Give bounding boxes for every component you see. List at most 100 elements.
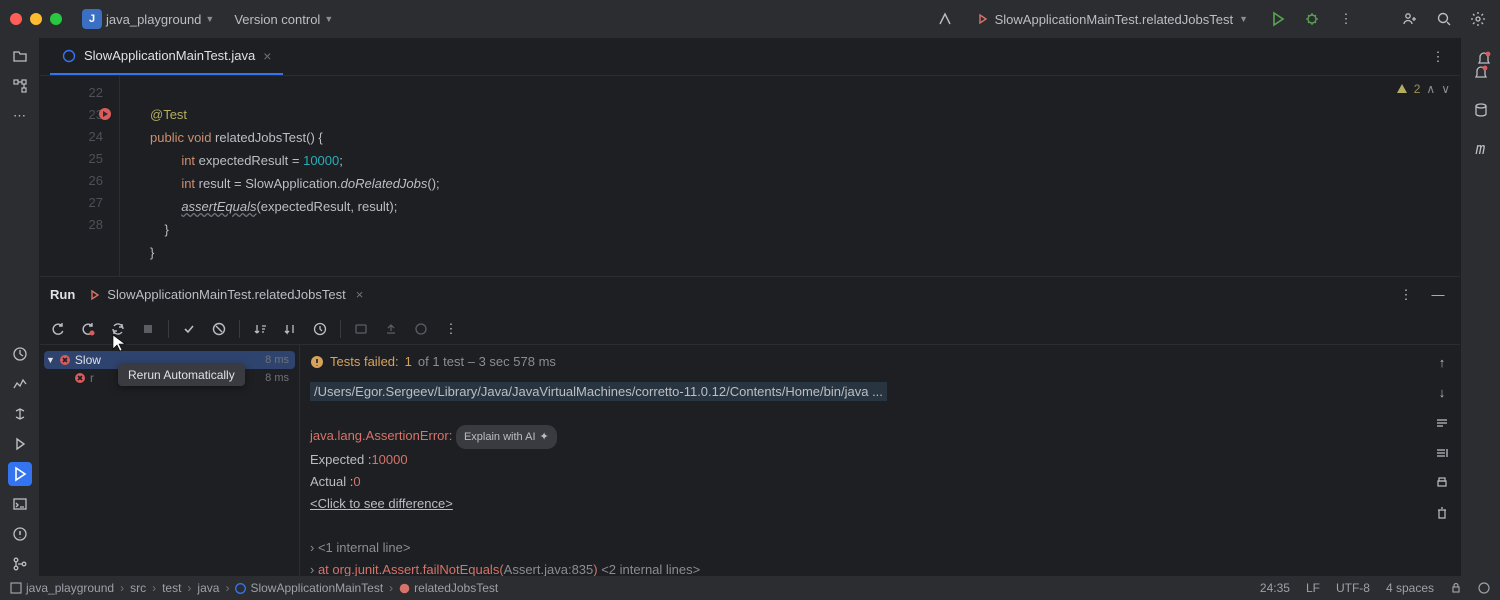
breadcrumb[interactable]: test (162, 581, 181, 595)
clear-console-icon[interactable] (1430, 501, 1454, 525)
database-tool-icon[interactable] (1469, 98, 1493, 122)
profiler-tool-icon[interactable] (8, 342, 32, 366)
endpoints-tool-icon[interactable] (8, 372, 32, 396)
editor-tab[interactable]: SlowApplicationMainTest.java × (50, 38, 283, 75)
code-editor[interactable]: 22 23 24 25 26 27 28 @Test public void r… (40, 76, 1460, 276)
rerun-failed-button[interactable] (76, 317, 100, 341)
breadcrumb[interactable]: SlowApplicationMainTest (235, 581, 383, 595)
project-selector[interactable]: J java_playground ▼ (76, 5, 220, 33)
test-duration: 8 ms (265, 354, 293, 366)
class-icon (235, 583, 246, 594)
fold-indicator[interactable]: › (310, 562, 318, 576)
toolbar-more-button[interactable]: ⋮ (439, 317, 463, 341)
breadcrumb[interactable]: src (130, 581, 146, 595)
zoom-window-button[interactable] (50, 13, 62, 25)
code-content[interactable]: @Test public void relatedJobsTest() { in… (150, 76, 1460, 276)
stop-button[interactable] (136, 317, 160, 341)
actual-value: 0 (353, 474, 360, 489)
tabs-more-icon[interactable]: ⋮ (1426, 45, 1450, 69)
fail-icon (74, 372, 86, 384)
print-icon[interactable] (1430, 471, 1454, 495)
scroll-to-end-icon[interactable] (1430, 441, 1454, 465)
test-duration: 8 ms (265, 372, 293, 384)
project-tool-icon[interactable] (8, 44, 32, 68)
search-icon[interactable] (1432, 7, 1456, 31)
warning-icon (1396, 83, 1408, 95)
show-ignored-button[interactable] (207, 317, 231, 341)
sort-button[interactable] (248, 317, 272, 341)
debug-button[interactable] (1300, 7, 1324, 31)
inspection-badges[interactable]: 2 ∧ ∨ (1396, 82, 1450, 96)
chevron-down-icon: ▼ (324, 14, 333, 24)
run-config-tab[interactable]: SlowApplicationMainTest.relatedJobsTest … (87, 287, 363, 302)
scroll-down-icon[interactable]: ↓ (1430, 381, 1454, 405)
breadcrumb[interactable]: relatedJobsTest (399, 581, 498, 595)
vcs-menu[interactable]: Version control ▼ (228, 8, 339, 31)
test-console[interactable]: Tests failed: 1 of 1 test – 3 sec 578 ms… (300, 345, 1460, 576)
more-actions-button[interactable]: ⋮ (1334, 7, 1358, 31)
close-tab-button[interactable]: × (263, 48, 271, 64)
fail-icon (59, 354, 71, 366)
minimize-panel-icon[interactable]: — (1426, 283, 1450, 307)
rerun-button[interactable] (46, 317, 70, 341)
vcs-tool-icon[interactable] (8, 552, 32, 576)
indent-settings[interactable]: 4 spaces (1386, 581, 1434, 595)
test-method-name: r (90, 371, 94, 385)
vcs-label: Version control (234, 12, 320, 27)
toggle-auto-test-button[interactable] (106, 317, 130, 341)
problems-tool-icon[interactable] (8, 522, 32, 546)
run-config-selector[interactable]: SlowApplicationMainTest.relatedJobsTest … (967, 8, 1256, 31)
build-tool-icon[interactable] (8, 402, 32, 426)
caret-position[interactable]: 24:35 (1260, 581, 1290, 595)
test-icon (87, 288, 101, 302)
run-tool-icon[interactable] (8, 462, 32, 486)
code-with-me-icon[interactable] (1398, 7, 1422, 31)
file-encoding[interactable]: UTF-8 (1336, 581, 1370, 595)
ide-status-icon[interactable] (1478, 582, 1490, 594)
see-difference-link[interactable]: <Click to see difference> (310, 496, 453, 511)
notifications-icon[interactable] (1472, 46, 1496, 70)
close-run-tab[interactable]: × (356, 287, 364, 302)
stack-frame[interactable]: at org.junit.Assert.failNotEquals(Assert… (318, 562, 601, 576)
chevron-down-icon: ▼ (1239, 14, 1248, 24)
export-tests-button[interactable] (379, 317, 403, 341)
breadcrumb[interactable]: java (197, 581, 219, 595)
readonly-icon[interactable] (1450, 582, 1462, 594)
breadcrumb[interactable]: java_playground (10, 581, 114, 595)
scroll-up-icon[interactable]: ↑ (1430, 351, 1454, 375)
module-icon (10, 582, 22, 594)
soft-wrap-icon[interactable] (1430, 411, 1454, 435)
structure-tool-icon[interactable] (8, 74, 32, 98)
next-highlight-icon[interactable]: ∨ (1441, 82, 1450, 96)
settings-icon[interactable] (1466, 7, 1490, 31)
collapse-all-button[interactable] (409, 317, 433, 341)
line-separator[interactable]: LF (1306, 581, 1320, 595)
maven-tool-icon[interactable]: m (1469, 136, 1493, 160)
fold-indicator[interactable]: › (310, 540, 318, 555)
test-status: Tests failed: 1 of 1 test – 3 sec 578 ms (310, 351, 1450, 373)
services-tool-icon[interactable] (8, 432, 32, 456)
run-tool-window: Run SlowApplicationMainTest.relatedJobsT… (40, 276, 1460, 576)
tab-title: SlowApplicationMainTest.java (84, 48, 255, 63)
test-history-button[interactable] (308, 317, 332, 341)
editor-tabs: SlowApplicationMainTest.java × ⋮ (40, 38, 1460, 76)
close-window-button[interactable] (10, 13, 22, 25)
status-bar: java_playground › src› test› java› SlowA… (0, 576, 1500, 600)
build-icon[interactable] (933, 7, 957, 31)
run-button[interactable] (1266, 7, 1290, 31)
left-toolbar: ⋯ (0, 38, 40, 576)
expand-all-button[interactable] (278, 317, 302, 341)
run-config-name: SlowApplicationMainTest.relatedJobsTest (995, 12, 1233, 27)
import-tests-button[interactable] (349, 317, 373, 341)
run-tab-label[interactable]: Run (50, 287, 75, 302)
more-tool-icon[interactable]: ⋯ (8, 104, 32, 128)
main-area: SlowApplicationMainTest.java × ⋮ 22 23 2… (40, 38, 1460, 576)
show-passed-button[interactable] (177, 317, 201, 341)
expected-label: Expected : (310, 452, 371, 467)
terminal-tool-icon[interactable] (8, 492, 32, 516)
run-options-icon[interactable]: ⋮ (1394, 283, 1418, 307)
run-gutter-icon[interactable] (98, 107, 112, 121)
prev-highlight-icon[interactable]: ∧ (1426, 82, 1435, 96)
explain-with-ai-button[interactable]: Explain with AI ✦ (456, 425, 557, 449)
minimize-window-button[interactable] (30, 13, 42, 25)
